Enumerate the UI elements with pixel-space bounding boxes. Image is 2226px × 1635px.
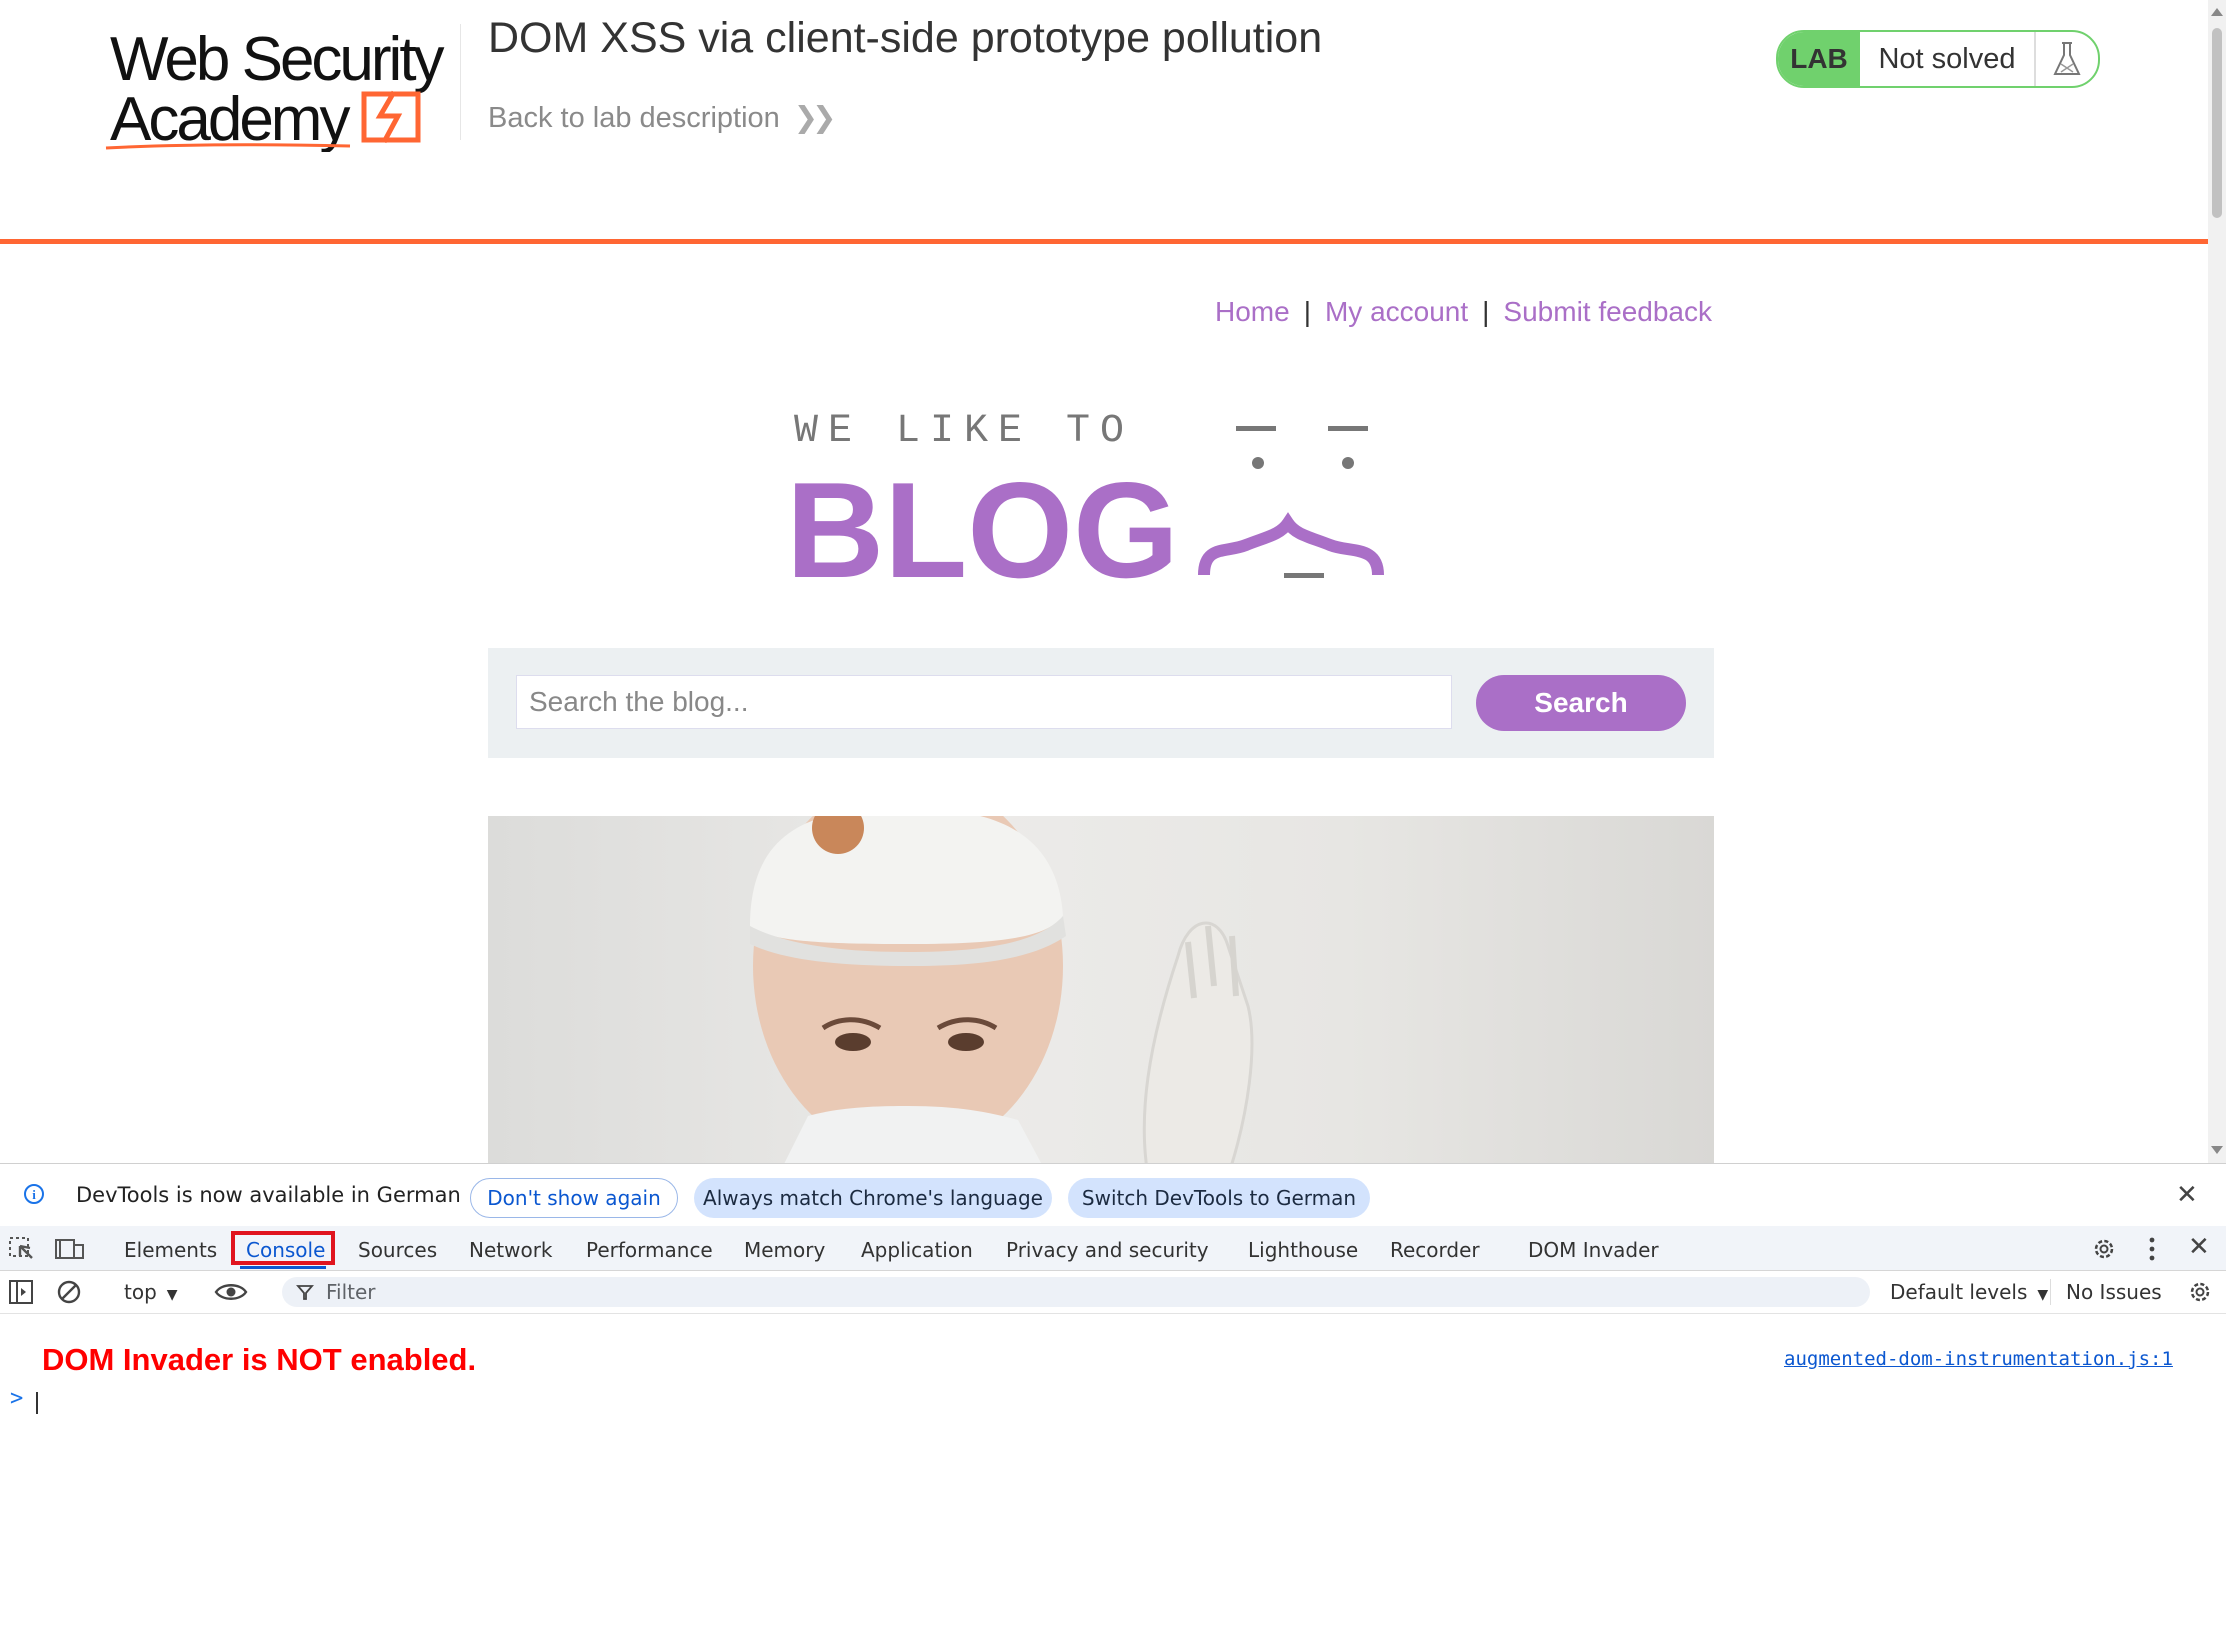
face-emoticon-icon <box>1198 426 1384 578</box>
lab-status-text: Not solved <box>1860 32 2036 86</box>
double-chevron-right-icon: ❯❯ <box>793 102 837 134</box>
always-match-language-button[interactable]: Always match Chrome's language <box>694 1178 1052 1218</box>
switch-to-german-button[interactable]: Switch DevTools to German <box>1068 1178 1370 1218</box>
dropdown-arrow-icon: ▼ <box>2037 1287 2049 1303</box>
issues-counter[interactable]: No Issues <box>2066 1280 2162 1304</box>
log-levels-label: Default levels <box>1890 1280 2028 1304</box>
tab-console[interactable]: Console <box>246 1238 325 1262</box>
infobar-message: DevTools is now available in German <box>76 1183 461 1207</box>
logo-line2: Academy <box>110 85 350 152</box>
device-toolbar-icon[interactable] <box>54 1236 86 1262</box>
tab-sources[interactable]: Sources <box>358 1238 437 1262</box>
tab-privacy-and-security[interactable]: Privacy and security <box>1006 1238 1209 1262</box>
search-input[interactable] <box>516 675 1452 729</box>
top-navigation: Home | My account | Submit feedback <box>1200 296 1712 328</box>
logo-line1: Web Security <box>110 25 445 94</box>
close-devtools-icon[interactable]: ✕ <box>2188 1232 2210 1262</box>
tab-network[interactable]: Network <box>469 1238 553 1262</box>
javascript-context-select[interactable]: top ▼ <box>124 1280 178 1304</box>
back-to-lab-description-link[interactable]: Back to lab description ❯❯ <box>488 100 837 135</box>
log-levels-dropdown[interactable]: Default levels ▼ <box>1890 1280 2048 1304</box>
filter-placeholder: Filter <box>326 1280 376 1304</box>
search-panel: Search <box>488 648 1714 758</box>
blog-logo-tagline: WE LIKE TO <box>794 409 1134 454</box>
tab-lighthouse[interactable]: Lighthouse <box>1248 1238 1358 1262</box>
lab-title: DOM XSS via client-side prototype pollut… <box>488 14 1323 62</box>
console-settings-gear-icon[interactable] <box>2186 1278 2214 1306</box>
live-expression-eye-icon[interactable] <box>214 1281 248 1303</box>
tab-performance[interactable]: Performance <box>586 1238 713 1262</box>
show-sidebar-icon[interactable] <box>8 1279 34 1305</box>
inspect-element-icon[interactable] <box>8 1236 36 1262</box>
web-security-academy-logo[interactable]: Web Security Academy <box>102 22 462 152</box>
blog-post-image[interactable] <box>488 816 1714 1163</box>
devtools-panel: i DevTools is now available in German Do… <box>0 1163 2226 1635</box>
nav-home-link[interactable]: Home <box>1215 296 1290 327</box>
toolbar-divider <box>2050 1279 2051 1305</box>
tab-elements[interactable]: Elements <box>124 1238 217 1262</box>
console-prompt-icon: > <box>10 1386 24 1411</box>
active-tab-indicator <box>240 1266 326 1269</box>
tab-recorder[interactable]: Recorder <box>1390 1238 1480 1262</box>
header-divider <box>460 24 461 140</box>
console-source-link[interactable]: augmented-dom-instrumentation.js:1 <box>1784 1348 2173 1370</box>
lab-status-widget: LAB Not solved <box>1776 30 2100 88</box>
info-icon: i <box>24 1184 44 1204</box>
blog-logo-word: BLOG <box>786 454 1179 595</box>
nav-separator: | <box>1303 296 1311 327</box>
scroll-down-icon[interactable] <box>2211 1146 2223 1154</box>
page-scrollbar[interactable] <box>2208 0 2226 1163</box>
dropdown-arrow-icon: ▼ <box>166 1287 178 1303</box>
context-value: top <box>124 1280 157 1304</box>
scrollbar-thumb[interactable] <box>2212 28 2222 218</box>
blog-logo: WE LIKE TO BLOG <box>786 409 1384 595</box>
more-options-icon[interactable] <box>2142 1236 2162 1262</box>
header-orange-rule <box>0 239 2208 244</box>
nav-my-account-link[interactable]: My account <box>1325 296 1468 327</box>
nav-submit-feedback-link[interactable]: Submit feedback <box>1503 296 1712 327</box>
tab-application[interactable]: Application <box>861 1238 973 1262</box>
scroll-up-icon[interactable] <box>2211 8 2223 16</box>
console-log-message: DOM Invader is NOT enabled. <box>42 1342 477 1377</box>
filter-funnel-icon <box>296 1285 314 1300</box>
flask-icon <box>2036 32 2098 86</box>
console-toolbar: top ▼ Filter Default levels ▼ No Issues <box>0 1271 2226 1314</box>
console-input-caret[interactable] <box>36 1392 38 1414</box>
search-button[interactable]: Search <box>1476 675 1686 731</box>
lab-badge: LAB <box>1778 32 1860 86</box>
tab-dom-invader[interactable]: DOM Invader <box>1528 1238 1659 1262</box>
settings-gear-icon[interactable] <box>2090 1235 2118 1263</box>
back-link-label: Back to lab description <box>488 102 780 134</box>
close-icon[interactable]: ✕ <box>2176 1180 2198 1210</box>
page-viewport: Web Security Academy DOM XSS via client-… <box>0 0 2226 1163</box>
tab-memory[interactable]: Memory <box>744 1238 825 1262</box>
console-filter-input[interactable]: Filter <box>282 1277 1870 1307</box>
clear-console-icon[interactable] <box>56 1279 82 1305</box>
dont-show-again-button[interactable]: Don't show again <box>470 1178 678 1218</box>
devtools-tab-bar: Elements Console Sources Network Perform… <box>0 1226 2226 1271</box>
nav-separator: | <box>1482 296 1490 327</box>
devtools-language-infobar: i DevTools is now available in German Do… <box>0 1164 2226 1227</box>
